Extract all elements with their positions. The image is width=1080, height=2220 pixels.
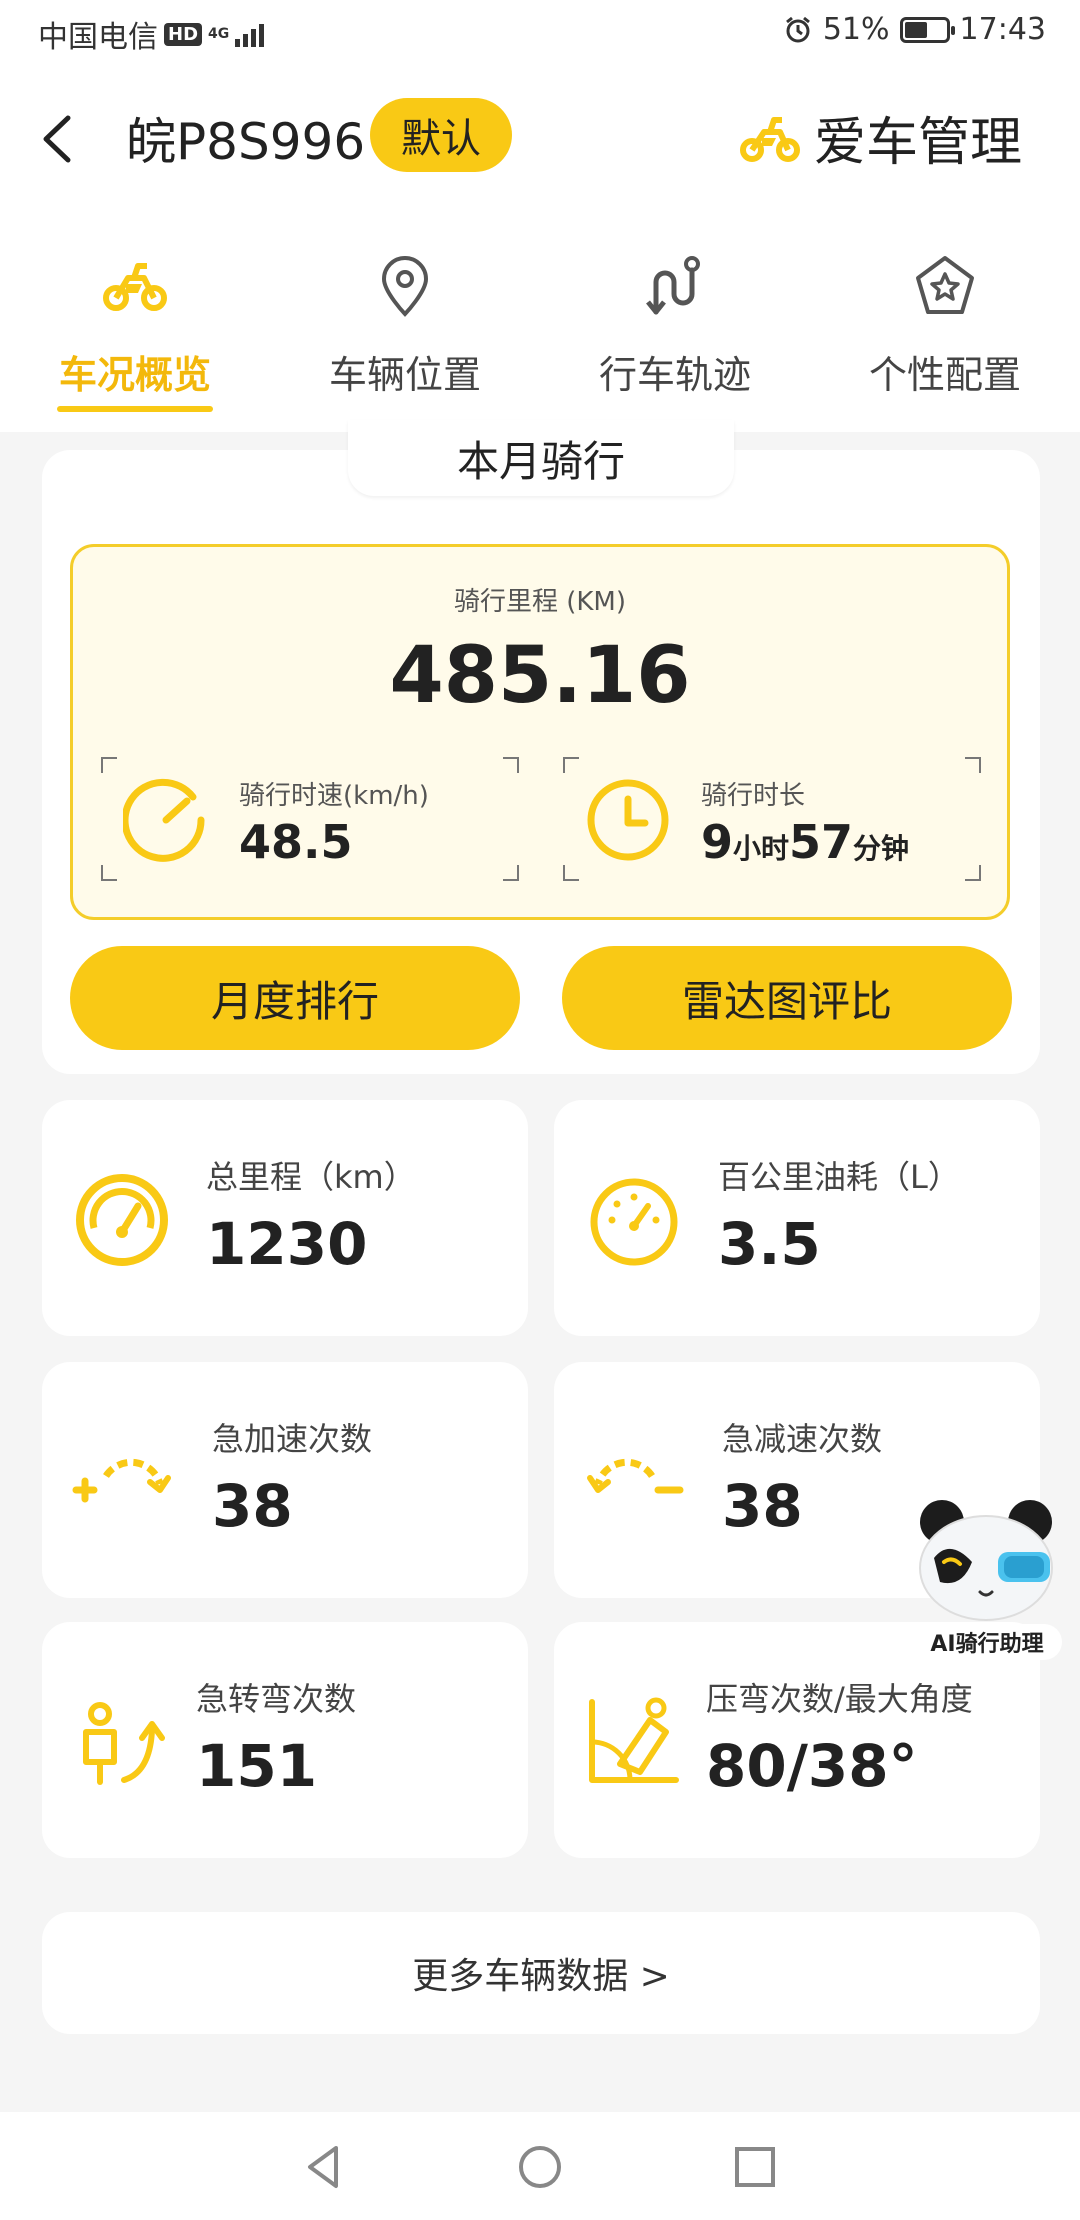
metric-value: 38 (212, 1472, 293, 1540)
star-badge-icon (916, 256, 974, 314)
battery-percent: 51% (822, 12, 890, 47)
tab-config[interactable]: 个性配置 (810, 240, 1080, 420)
status-left: 中国电信 HD 4G (38, 12, 265, 56)
fuel-gauge-icon (590, 1178, 678, 1266)
header: 皖P8S996 默认 爱车管理 (0, 90, 1080, 186)
duration-hours: 9 (701, 815, 734, 869)
system-nav-bar (0, 2112, 1080, 2220)
metric-label: 百公里油耗（L） (718, 1158, 960, 1196)
hours-unit: 小时 (733, 832, 790, 865)
clock: 17:43 (959, 12, 1046, 47)
metric-value: 1230 (206, 1210, 368, 1278)
alarm-icon (785, 16, 810, 42)
battery-icon (899, 16, 955, 43)
tab-label: 个性配置 (868, 353, 1021, 397)
nav-home-icon[interactable] (515, 2142, 565, 2192)
tab-label: 车辆位置 (328, 353, 481, 397)
deceleration-icon (587, 1458, 684, 1494)
network-type-icon: 4G (208, 26, 230, 42)
tab-location[interactable]: 车辆位置 (270, 240, 540, 420)
route-icon (646, 256, 700, 315)
metric-value: 80/38° (706, 1732, 918, 1800)
lean-angle-icon (589, 1697, 679, 1783)
tab-label: 车况概览 (58, 353, 211, 397)
hd-icon: HD (164, 22, 203, 46)
nav-back-icon[interactable] (300, 2142, 350, 2192)
ai-assistant-button[interactable]: AI骑行助理 (906, 1486, 1066, 1664)
minutes-unit: 分钟 (853, 832, 910, 865)
metric-label: 急减速次数 (722, 1420, 883, 1458)
carrier-text: 中国电信 (38, 20, 158, 55)
metric-value: 151 (196, 1732, 318, 1800)
riding-stats-panel: 骑行里程 (KM) 485.16 骑行时速(km/h) 48.5 骑行时长 9小… (70, 544, 1010, 920)
car-manage-button[interactable]: 爱车管理 (739, 100, 1022, 175)
hard-acceleration-card[interactable]: 急加速次数 38 (42, 1362, 528, 1598)
tab-label: 行车轨迹 (598, 353, 751, 397)
metric-label: 压弯次数/最大角度 (706, 1680, 973, 1718)
sharp-turn-icon (83, 1702, 165, 1785)
ai-assistant-label: AI骑行助理 (912, 1624, 1062, 1660)
speedometer-icon (123, 778, 205, 862)
metric-value: 38 (722, 1472, 803, 1540)
panda-mascot-icon (919, 1500, 1053, 1621)
signal-icon (235, 21, 265, 47)
clock-icon (587, 779, 669, 861)
metric-label: 急转弯次数 (196, 1680, 357, 1718)
back-arrow-icon[interactable] (30, 104, 90, 174)
monthly-title: 本月骑行 (348, 420, 734, 496)
scooter-icon (739, 116, 800, 162)
metric-value: 3.5 (718, 1210, 821, 1278)
monthly-rank-button[interactable]: 月度排行 (70, 946, 520, 1050)
car-manage-label: 爱车管理 (813, 113, 1022, 173)
plate-number: 皖P8S996 (126, 113, 366, 171)
tab-overview[interactable]: 车况概览 (0, 240, 270, 420)
sharp-turn-card[interactable]: 急转弯次数 151 (42, 1622, 528, 1858)
distance-value: 485.16 (389, 631, 691, 721)
tab-active-indicator (57, 406, 213, 412)
status-bar: 中国电信 HD 4G 51% 17:43 (0, 0, 1080, 64)
speed-stat: 骑行时速(km/h) 48.5 (101, 757, 519, 881)
radar-compare-button[interactable]: 雷达图评比 (562, 946, 1012, 1050)
odometer-icon (76, 1174, 168, 1266)
duration-minutes: 57 (789, 815, 854, 869)
fuel-consumption-card[interactable]: 百公里油耗（L） 3.5 (554, 1100, 1040, 1336)
nav-recents-icon[interactable] (730, 2142, 780, 2192)
duration-label: 骑行时长 (701, 781, 806, 811)
status-right: 51% 17:43 (783, 12, 1046, 47)
more-vehicle-data-button[interactable]: 更多车辆数据 > (42, 1912, 1040, 2034)
scooter-icon (103, 263, 167, 311)
speed-value: 48.5 (239, 815, 353, 869)
metric-label: 急加速次数 (212, 1420, 373, 1458)
duration-value: 9小时57分钟 (701, 815, 909, 869)
location-pin-icon (381, 256, 429, 317)
duration-stat: 骑行时长 9小时57分钟 (563, 757, 981, 881)
tab-bar: 车况概览 车辆位置 行车轨迹 个性配置 (0, 240, 1080, 420)
tab-track[interactable]: 行车轨迹 (540, 240, 810, 420)
total-mileage-card[interactable]: 总里程（km） 1230 (42, 1100, 528, 1336)
acceleration-icon (72, 1458, 171, 1503)
metric-label: 总里程（km） (206, 1158, 416, 1196)
speed-label: 骑行时速(km/h) (239, 781, 429, 811)
default-badge: 默认 (370, 98, 512, 172)
distance-label: 骑行里程 (KM) (453, 587, 627, 617)
